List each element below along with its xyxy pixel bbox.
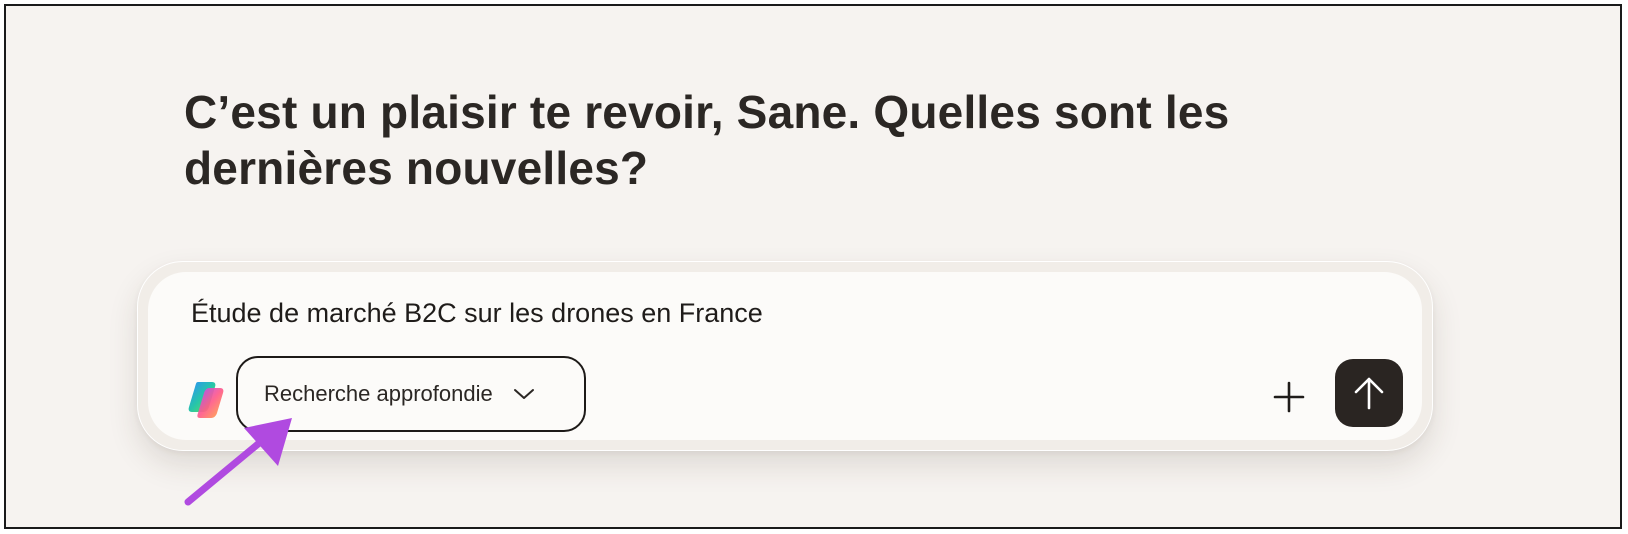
add-attachment-button[interactable]	[1264, 372, 1314, 422]
plus-icon	[1273, 381, 1305, 413]
copilot-logo-icon	[188, 382, 224, 418]
send-button[interactable]	[1335, 359, 1403, 427]
greeting-heading: C’est un plaisir te revoir, Sane. Quelle…	[184, 86, 1230, 194]
chat-composer: Étude de marché B2C sur les drones en Fr…	[137, 261, 1433, 451]
chevron-down-icon	[513, 389, 534, 399]
mode-dropdown-label: Recherche approfondie	[264, 381, 493, 406]
arrow-up-icon	[1354, 377, 1384, 410]
annotation-arrow-icon	[184, 418, 292, 506]
prompt-input[interactable]: Étude de marché B2C sur les drones en Fr…	[191, 298, 763, 329]
composer-input-area[interactable]: Étude de marché B2C sur les drones en Fr…	[148, 272, 1422, 440]
screenshot-frame: C’est un plaisir te revoir, Sane. Quelle…	[4, 4, 1622, 529]
